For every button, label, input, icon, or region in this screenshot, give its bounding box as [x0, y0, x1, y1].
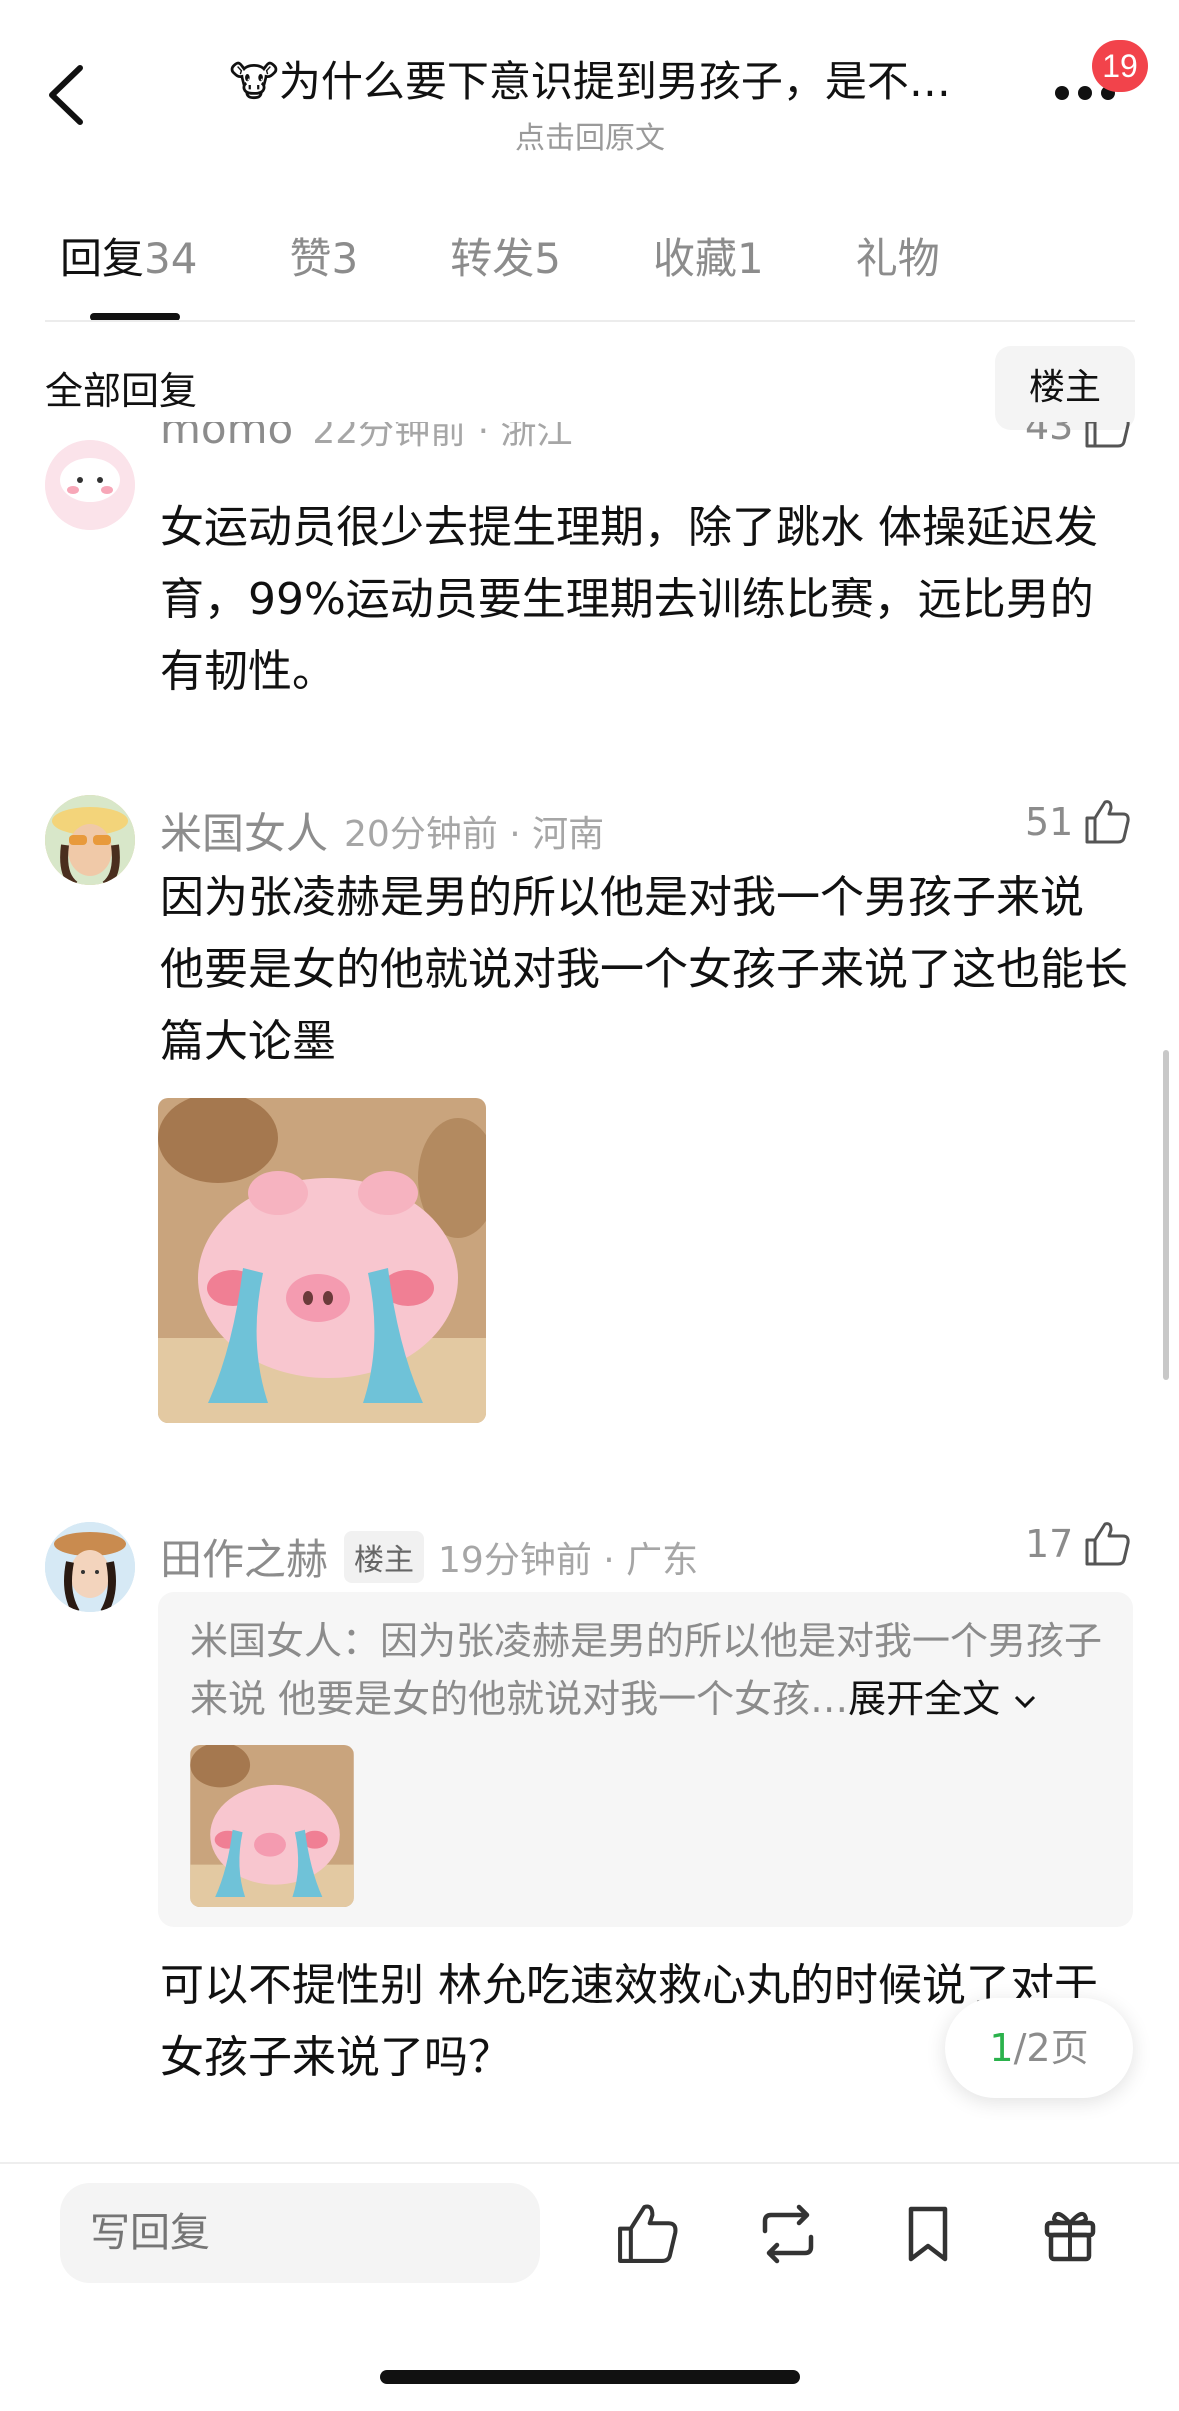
username[interactable]: 田作之赫	[160, 1526, 328, 1587]
tab-bar: 回复34 赞3 转发5 收藏1 礼物	[60, 225, 1032, 295]
user-avatar-icon	[45, 1522, 135, 1612]
repost-button[interactable]	[753, 2199, 823, 2269]
timestamp: 22分钟前 · 浙江	[312, 422, 573, 452]
chevron-down-icon	[1015, 1695, 1036, 1709]
gift-icon	[1044, 2211, 1096, 2262]
comment-meta: 田作之赫 楼主 19分钟前 · 广东	[160, 1526, 698, 1587]
repost-icon	[762, 2204, 814, 2264]
username[interactable]: 米国女人	[160, 800, 328, 861]
thumbs-up-icon	[1085, 1522, 1130, 1566]
timestamp: 19分钟前 · 广东	[438, 1539, 699, 1581]
gift-button[interactable]	[1035, 2199, 1105, 2269]
like-count: 51	[1025, 800, 1074, 844]
tab-likes[interactable]: 赞3	[289, 225, 358, 295]
thumbs-up-icon	[1085, 800, 1130, 844]
page-title: 🐮为什么要下意识提到男孩子，是不…	[229, 57, 951, 106]
thumbs-up-icon	[1085, 422, 1130, 448]
like-button[interactable]: 43	[1025, 422, 1135, 474]
avatar[interactable]	[45, 1522, 135, 1612]
chevron-left-icon	[49, 65, 83, 125]
back-to-original-link[interactable]: 点击回原文	[190, 113, 990, 157]
username[interactable]: momo	[160, 422, 293, 453]
reply-input[interactable]	[60, 2183, 540, 2283]
page-indicator[interactable]: 1/2页	[945, 1998, 1133, 2098]
comment-text: 因为张凌赫是男的所以他是对我一个男孩子来说 他要是女的他就说对我一个女孩子来说了…	[160, 872, 1128, 1067]
like-count: 17	[1025, 1522, 1074, 1566]
home-indicator[interactable]	[380, 2370, 800, 2384]
scrollbar[interactable]	[1163, 1050, 1169, 1380]
comment-image[interactable]	[158, 1098, 486, 1423]
crying-pig-thumbnail	[190, 1745, 354, 1907]
comment-meta: 米国女人 20分钟前 · 河南	[160, 800, 604, 861]
like-post-button[interactable]	[612, 2199, 682, 2269]
op-tag: 楼主	[344, 1530, 425, 1583]
tab-reposts[interactable]: 转发5	[450, 225, 561, 295]
avatar[interactable]	[45, 440, 135, 530]
like-button[interactable]: 51	[1025, 796, 1133, 848]
comment-meta: momo 22分钟前 · 浙江	[160, 422, 1040, 474]
notification-badge: 19	[1092, 40, 1148, 92]
quoted-text-block: 米国女人：因为张凌赫是男的所以他是对我一个男孩子来说 他要是女的他就说对我一个女…	[190, 1612, 1110, 1728]
crying-pig-image	[158, 1098, 486, 1423]
op-filter-button[interactable]: 楼主	[995, 346, 1135, 430]
tab-gifts[interactable]: 礼物	[856, 225, 940, 295]
back-button[interactable]	[40, 60, 100, 130]
bookmark-button[interactable]	[893, 2199, 963, 2269]
thumbs-up-icon	[618, 2204, 678, 2263]
user-avatar-icon	[45, 795, 135, 885]
tab-replies[interactable]: 回复34	[60, 225, 197, 295]
like-count: 43	[1025, 422, 1074, 448]
pig-avatar-icon	[45, 440, 135, 530]
timestamp: 20分钟前 · 河南	[344, 813, 605, 855]
section-title: 全部回复	[45, 369, 198, 413]
comment-text: 女运动员很少去提生理期，除了跳水 体操延迟发育，99%运动员要生理期去训练比赛，…	[160, 502, 1098, 697]
bookmark-icon	[908, 2206, 948, 2262]
header-title-area[interactable]: 🐮为什么要下意识提到男孩子，是不… 点击回原文	[190, 48, 990, 157]
avatar[interactable]	[45, 795, 135, 885]
expand-full-text-link[interactable]: 展开全文	[848, 1677, 1038, 1721]
like-button[interactable]: 17	[1025, 1518, 1133, 1570]
divider	[45, 320, 1135, 322]
bottom-divider	[0, 2162, 1179, 2164]
tab-favorites[interactable]: 收藏1	[653, 225, 764, 295]
quoted-image[interactable]	[190, 1745, 354, 1907]
